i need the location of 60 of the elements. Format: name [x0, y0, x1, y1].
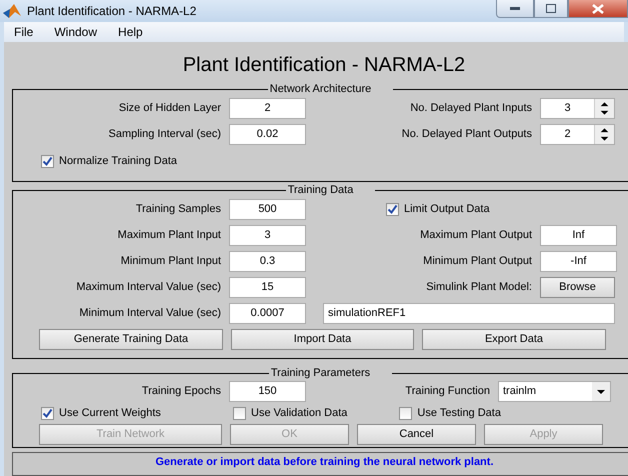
menu-item[interactable]: File: [4, 25, 44, 39]
input-field[interactable]: 15: [229, 276, 306, 298]
window-title: Plant Identification - NARMA-L2: [27, 4, 196, 18]
maximize-button[interactable]: [534, 0, 568, 18]
close-button[interactable]: [568, 0, 628, 18]
checkbox[interactable]: Limit Output Data: [386, 202, 490, 216]
field-label: Sampling Interval (sec): [108, 128, 222, 140]
status-message: Generate or import data before training the neural network plant.: [156, 456, 494, 468]
field-label: No. Delayed Plant Inputs: [409, 102, 533, 114]
maximize-icon: [546, 4, 556, 13]
checkbox[interactable]: Use Testing Data: [399, 406, 501, 420]
browse-button[interactable]: Browse: [540, 276, 615, 298]
menu-item[interactable]: Window: [44, 25, 108, 39]
action-button[interactable]: Export Data: [422, 328, 606, 350]
input-field[interactable]: 500: [229, 198, 306, 220]
up-down-arrows-icon[interactable]: [594, 98, 614, 118]
input-field[interactable]: -Inf: [540, 250, 617, 272]
input-field[interactable]: 0.3: [229, 250, 306, 272]
input-field[interactable]: Inf: [540, 224, 617, 246]
training-function-dropdown[interactable]: trainlm: [498, 380, 611, 402]
menu-item[interactable]: Help: [108, 25, 154, 39]
input-field[interactable]: 2: [229, 98, 306, 118]
input-field[interactable]: simulationREF1: [323, 302, 615, 324]
checkbox[interactable]: Use Validation Data: [233, 406, 348, 420]
dropdown-caret-icon: [592, 382, 610, 400]
action-button[interactable]: Cancel: [357, 424, 476, 444]
check-icon: [42, 408, 53, 418]
close-icon: [592, 4, 604, 14]
panel-title: Training Data: [286, 184, 354, 196]
up-down-arrows-icon[interactable]: [594, 124, 614, 144]
field-label: Minimum Plant Output: [422, 255, 533, 267]
input-field[interactable]: 150: [229, 380, 306, 402]
input-field[interactable]: 0.02: [229, 124, 306, 144]
check-icon: [387, 204, 398, 214]
spinner-field[interactable]: 2: [540, 124, 615, 144]
action-button[interactable]: Import Data: [231, 328, 414, 350]
minimize-icon: [510, 6, 520, 10]
action-button[interactable]: Generate Training Data: [39, 328, 223, 350]
panel-title: Training Parameters: [270, 367, 372, 379]
field-label: Minimum Plant Input: [120, 255, 222, 267]
minimize-button[interactable]: [496, 0, 534, 18]
checkbox[interactable]: Normalize Training Data: [41, 154, 177, 168]
field-label: Training Function: [404, 385, 491, 397]
field-label: Simulink Plant Model:: [425, 281, 533, 293]
field-label: Training Epochs: [140, 385, 222, 397]
field-label: No. Delayed Plant Outputs: [400, 128, 533, 140]
spinner-field[interactable]: 3: [540, 98, 615, 118]
app-logo-icon: [3, 4, 21, 18]
page-heading: Plant Identification - NARMA-L2: [182, 53, 466, 78]
checkbox[interactable]: Use Current Weights: [41, 406, 191, 420]
panel-title: Network Architecture: [268, 83, 372, 95]
field-label: Maximum Plant Input: [116, 229, 222, 241]
field-label: Minimum Interval Value (sec): [78, 307, 222, 319]
field-label: Size of Hidden Layer: [118, 102, 222, 114]
field-label: Maximum Interval Value (sec): [75, 281, 222, 293]
field-label: Training Samples: [134, 203, 222, 215]
check-icon: [42, 156, 53, 166]
input-field[interactable]: 0.0007: [229, 302, 306, 324]
input-field[interactable]: 3: [229, 224, 306, 246]
field-label: Maximum Plant Output: [419, 229, 533, 241]
